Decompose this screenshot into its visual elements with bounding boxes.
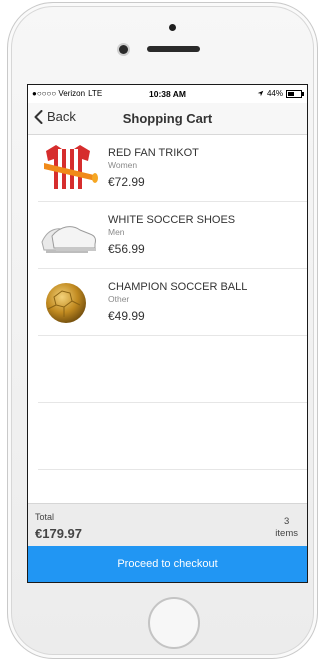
items-count-label: items: [275, 528, 298, 539]
item-name: CHAMPION SOCCER BALL: [108, 281, 248, 293]
cart-summary: Total €179.97 3 items: [28, 503, 307, 546]
earpiece-speaker: [147, 46, 200, 52]
total-label: Total: [35, 512, 55, 522]
item-name: RED FAN TRIKOT: [108, 147, 199, 159]
cart-item[interactable]: CHAMPION SOCCER BALL Other €49.99: [38, 269, 307, 336]
front-camera: [119, 45, 128, 54]
item-price: €72.99: [108, 175, 145, 189]
item-category: Women: [108, 160, 138, 170]
status-right: 44%: [257, 89, 304, 98]
items-count-number: 3: [284, 516, 290, 527]
cart-list: RED FAN TRIKOT Women €72.99 WHITE SOCCER…: [28, 135, 307, 336]
white-soccer-shoes-image: [41, 226, 96, 253]
page-title: Shopping Cart: [122, 111, 213, 126]
app-screen: ●○○○○ Verizon LTE 10:38 AM 44% Back Shop…: [27, 84, 308, 583]
item-name: WHITE SOCCER SHOES: [108, 214, 236, 226]
battery-percent: 44%: [266, 89, 283, 98]
item-price: €56.99: [108, 242, 145, 256]
empty-row-divider: [38, 402, 307, 403]
empty-row-divider: [38, 469, 307, 470]
red-jersey-image: [44, 145, 98, 189]
status-bar: ●○○○○ Verizon LTE 10:38 AM 44%: [28, 85, 307, 103]
item-category: Men: [108, 227, 125, 237]
home-button[interactable]: [148, 597, 200, 649]
cart-item[interactable]: RED FAN TRIKOT Women €72.99: [38, 135, 307, 202]
item-category: Other: [108, 294, 130, 304]
proceed-to-checkout-button[interactable]: Proceed to checkout: [28, 546, 307, 582]
cart-item[interactable]: WHITE SOCCER SHOES Men €56.99: [38, 202, 307, 269]
battery-icon: [286, 89, 304, 98]
items-count: 3 items: [275, 516, 298, 540]
total-value: €179.97: [35, 526, 82, 541]
location-arrow-icon: [257, 90, 264, 97]
sensor-dot: [169, 24, 176, 31]
navigation-bar: Back Shopping Cart: [28, 103, 307, 135]
item-price: €49.99: [108, 309, 145, 323]
gold-soccer-ball-image: [46, 283, 86, 323]
